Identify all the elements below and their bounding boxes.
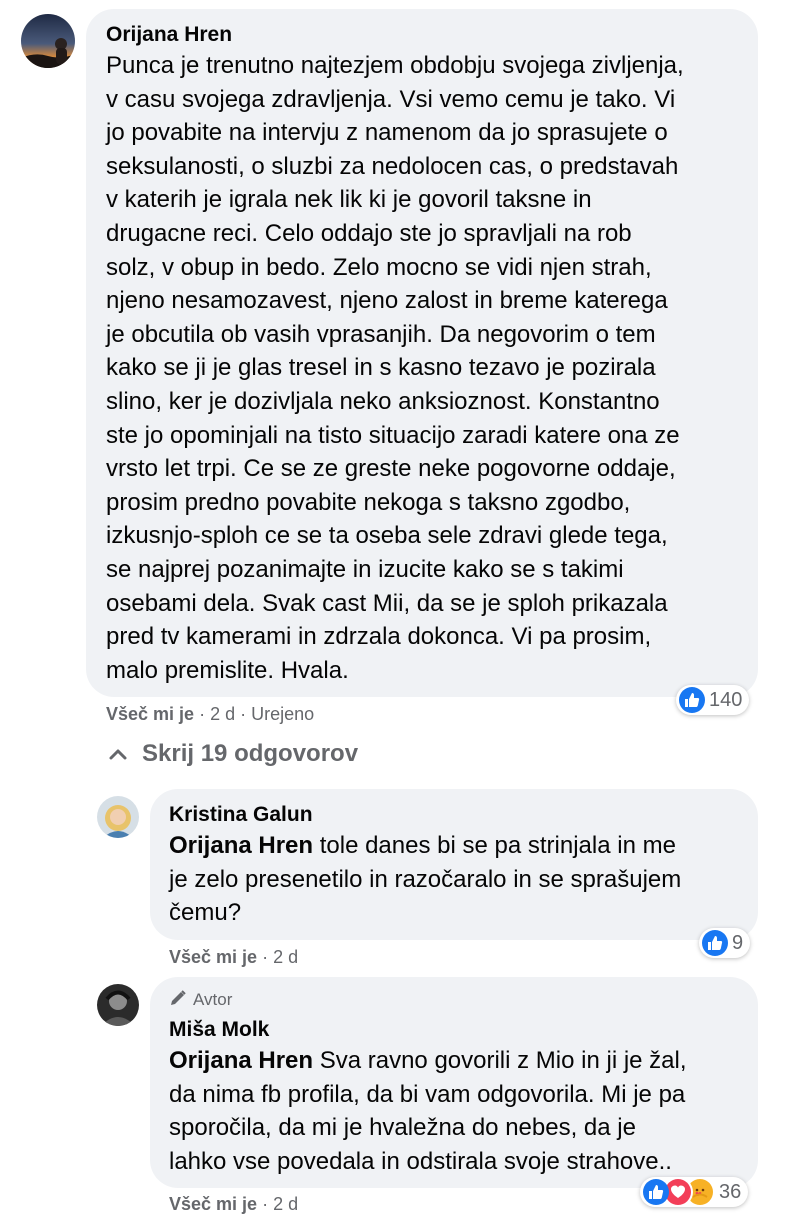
comment-line: malo premislite. Hvala.	[106, 656, 349, 684]
reply-author[interactable]: Kristina Galun	[169, 803, 739, 827]
mention-link[interactable]: Orijana Hren	[169, 1047, 313, 1074]
edited-label: Urejeno	[251, 704, 315, 724]
comment-line: izkusnjo-sploh ce se ta oseba sele zdrav…	[106, 522, 668, 550]
comment-line: kako se ji je glas tresel in s kasno tez…	[106, 354, 656, 382]
reply-author[interactable]: Miša Molk	[169, 1018, 739, 1042]
chevron-up-icon	[108, 740, 128, 768]
mention-link[interactable]: Orijana Hren	[169, 832, 313, 859]
comment-line: vrsto let trpi. Ce se ze greste neke pog…	[106, 455, 676, 483]
comment-meta: Všeč mi je · 2 d · Urejeno	[106, 704, 314, 725]
comment-bubble: Orijana Hren Punca je trenutno najtezjem…	[86, 9, 758, 697]
comment-line: pred tv kamerami in zdrzala dokonca. Vi …	[106, 623, 652, 651]
comment-line: solz, v obup in bedo. Zelo mocno se vidi…	[106, 253, 652, 281]
hide-replies-toggle[interactable]: Skrij 19 odgovorov	[108, 740, 358, 768]
pencil-icon	[169, 989, 187, 1012]
meta-separator: ·	[262, 1194, 274, 1214]
reply-line: Orijana Hren tole danes bi se pa strinja…	[169, 829, 739, 863]
avatar-misa-molk[interactable]	[97, 984, 139, 1026]
avatar-image	[21, 14, 75, 68]
comment-line: se najprej pozanimajte in izucite kako s…	[106, 555, 624, 583]
like-icon	[679, 687, 705, 713]
reply-time[interactable]: 2 d	[273, 947, 298, 967]
comment-line: Punca je trenutno najtezjem obdobju svoj…	[106, 52, 684, 79]
avatar-image	[97, 796, 139, 838]
like-icon	[702, 930, 728, 956]
reply-meta: Všeč mi je · 2 d	[169, 947, 298, 968]
like-button[interactable]: Všeč mi je	[169, 947, 257, 967]
comment-line: drugacne reci. Celo oddajo ste jo spravl…	[106, 219, 632, 247]
meta-separator: ·	[240, 704, 252, 724]
reply-line: je zelo presenetilo in razočaralo in se …	[169, 865, 682, 893]
comment-line: v casu svojega zdravljenja. Vsi vemo cem…	[106, 85, 676, 113]
author-badge-label: Avtor	[193, 990, 233, 1009]
reply-line: sporočila, da mi je hvaležna do nebes, d…	[169, 1114, 636, 1142]
avatar-orijana-hren[interactable]	[21, 14, 75, 68]
hide-replies-label: Skrij 19 odgovorov	[142, 740, 359, 767]
reply-line-text: tole danes bi se pa strinjala in me	[313, 832, 676, 859]
comment-line: v katerih je igrala nek lik ki je govori…	[106, 186, 592, 214]
reply-text: Orijana Hren tole danes bi se pa strinja…	[169, 829, 739, 930]
reply-line: čemu?	[169, 899, 242, 927]
meta-separator: ·	[199, 704, 211, 724]
author-badge: Avtor	[169, 989, 739, 1011]
reply-line: Orijana Hren Sva ravno govorili z Mio in…	[169, 1044, 739, 1078]
comment-line: ste jo opominjali na tisto situacijo zar…	[106, 421, 680, 449]
comment-line: je obcutila ob vasih vprasanjih. Da nego…	[106, 320, 656, 348]
avatar-image	[97, 984, 139, 1026]
reply-reactions[interactable]: 36	[640, 1177, 749, 1207]
reply-line-text: Sva ravno govorili z Mio in ji je žal,	[313, 1047, 687, 1074]
comment-line: njeno nesamozavest, njeno zalost in brem…	[106, 287, 668, 315]
like-icon	[643, 1179, 669, 1205]
reply-line: da nima fb profila, da bi vam odgovorila…	[169, 1080, 686, 1108]
reply-reactions[interactable]: 9	[699, 928, 751, 958]
comment-line: seksulanosti, o sluzbi za nedolocen cas,…	[106, 152, 679, 180]
comment-line: osebami dela. Svak cast Mii, da se je sp…	[106, 589, 668, 617]
reaction-count: 140	[709, 688, 743, 711]
reply-line: lahko vse povedala in odstirala svoje st…	[169, 1147, 672, 1175]
reaction-count: 9	[732, 931, 744, 954]
reaction-count: 36	[719, 1180, 742, 1203]
comment-line: jo povabite na intervju z namenom da jo …	[106, 119, 668, 147]
reply-text: Orijana Hren Sva ravno govorili z Mio in…	[169, 1044, 739, 1178]
reply-bubble: Avtor Miša Molk Orijana Hren Sva ravno g…	[150, 977, 758, 1188]
avatar-kristina-galun[interactable]	[97, 796, 139, 838]
comment-line: slino, ker je dozivljala neko anksioznos…	[106, 387, 660, 415]
comment-text: Punca je trenutno najtezjem obdobju svoj…	[106, 49, 738, 687]
comment-line: prosim predno povabite nekoga s taksno z…	[106, 488, 631, 516]
reply-bubble: Kristina Galun Orijana Hren tole danes b…	[150, 789, 758, 940]
comment-reactions[interactable]: 140	[676, 685, 750, 715]
comment-time[interactable]: 2 d	[210, 704, 235, 724]
meta-separator: ·	[262, 947, 274, 967]
like-button[interactable]: Všeč mi je	[106, 704, 194, 724]
like-button[interactable]: Všeč mi je	[169, 1194, 257, 1214]
comment-author[interactable]: Orijana Hren	[106, 23, 738, 47]
reply-time[interactable]: 2 d	[273, 1194, 298, 1214]
reply-meta: Všeč mi je · 2 d	[169, 1194, 298, 1215]
